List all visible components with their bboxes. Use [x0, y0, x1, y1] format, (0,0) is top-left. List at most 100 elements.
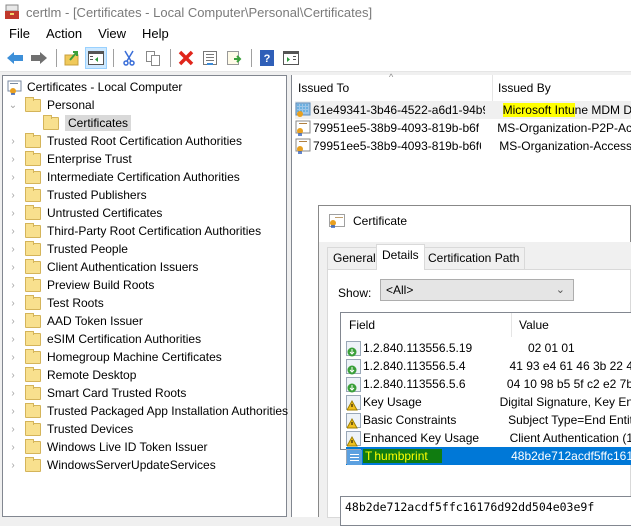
tab-general[interactable]: General — [327, 247, 382, 269]
tree-item-personal-certificates[interactable]: Certificates — [43, 114, 132, 132]
export-list-button[interactable] — [223, 47, 245, 69]
field-name: Key Usage — [363, 395, 422, 409]
tab-certification-path[interactable]: Certification Path — [422, 247, 526, 269]
column-header-field[interactable]: Field — [341, 313, 511, 337]
menu-file[interactable]: File — [0, 24, 38, 44]
column-label: Issued To — [298, 81, 350, 95]
tree-item[interactable]: › Untrusted Certificates — [7, 204, 162, 222]
field-row[interactable]: 1.2.840.113556.5.6 04 10 98 b5 5f c2 e2 7… — [346, 375, 631, 393]
certificate-row[interactable]: 79951ee5-38b9-4093-819b-b6f6... MS-Organi… — [295, 119, 631, 137]
chevron-down-icon[interactable]: ⌄ — [7, 100, 19, 111]
tree-item[interactable]: › Intermediate Certification Authorities — [7, 168, 240, 186]
tree-item[interactable]: › Test Roots — [7, 294, 104, 312]
folder-icon — [25, 240, 41, 256]
chevron-right-icon[interactable]: › — [7, 190, 19, 201]
tree-item[interactable]: › Third-Party Root Certification Authorit… — [7, 222, 261, 240]
tree-item[interactable]: › Smart Card Trusted Roots — [7, 384, 186, 402]
help-button[interactable]: ? — [256, 47, 278, 69]
fields-list[interactable]: Field Value 1.2.840.113556.5.19 02 01 01 1… — [340, 312, 631, 465]
chevron-down-icon: ⌄ — [555, 284, 565, 296]
chevron-right-icon[interactable]: › — [7, 298, 19, 309]
field-name: Thumbprint — [363, 449, 511, 463]
tree-item[interactable]: › Client Authentication Issuers — [7, 258, 198, 276]
up-one-level-button[interactable] — [61, 47, 83, 69]
folder-icon — [25, 150, 41, 166]
tree-item[interactable]: › Windows Live ID Token Issuer — [7, 438, 208, 456]
tab-details[interactable]: Details — [376, 244, 425, 270]
show-hide-console-tree-button[interactable] — [85, 46, 107, 69]
chevron-right-icon[interactable]: › — [7, 226, 19, 237]
chevron-right-icon[interactable]: › — [7, 388, 19, 399]
chevron-right-icon[interactable]: › — [7, 262, 19, 273]
certificates-snapin-icon — [7, 80, 22, 95]
chevron-right-icon[interactable]: › — [7, 442, 19, 453]
tree-label: Trusted Root Certification Authorities — [47, 134, 242, 148]
show-action-pane-icon — [283, 50, 299, 65]
tree-item[interactable]: › Remote Desktop — [7, 366, 136, 384]
issued-to-cell: 79951ee5-38b9-4093-819b-b6f6... — [313, 139, 482, 153]
cut-icon — [123, 50, 135, 66]
field-row[interactable]: Basic Constraints Subject Type=End Entit — [346, 411, 631, 429]
tree-item[interactable]: › Trusted Devices — [7, 420, 133, 438]
tree-root-certificates-local-computer[interactable]: Certificates - Local Computer — [7, 78, 182, 96]
help-icon: ? — [260, 49, 274, 66]
certificate-row[interactable]: 79951ee5-38b9-4093-819b-b6f6... MS-Organi… — [295, 137, 631, 155]
chevron-right-icon[interactable]: › — [7, 316, 19, 327]
chevron-right-icon[interactable]: › — [7, 136, 19, 147]
certificate-row[interactable]: 61e49341-3b46-4522-a6d1-94b9... Microsoft… — [295, 101, 631, 119]
tree-label: Enterprise Trust — [47, 152, 132, 166]
chevron-right-icon[interactable]: › — [7, 280, 19, 291]
chevron-right-icon[interactable]: › — [7, 424, 19, 435]
issued-to-cell: 79951ee5-38b9-4093-819b-b6f6... — [313, 121, 480, 135]
chevron-right-icon[interactable]: › — [7, 208, 19, 219]
field-row[interactable]: 1.2.840.113556.5.4 41 93 e4 61 46 3b 22 4 — [346, 357, 631, 375]
show-action-pane-button[interactable] — [280, 47, 302, 69]
tree-item[interactable]: › WindowsServerUpdateServices — [7, 456, 216, 474]
show-dropdown[interactable]: <All> ⌄ — [380, 279, 574, 301]
console-tree[interactable]: Certificates - Local Computer ⌄ Personal… — [2, 75, 288, 517]
field-row[interactable]: Enhanced Key Usage Client Authentication … — [346, 429, 631, 447]
chevron-right-icon[interactable]: › — [7, 154, 19, 165]
chevron-right-icon[interactable]: › — [7, 334, 19, 345]
copy-button[interactable] — [142, 47, 164, 69]
field-row[interactable]: Thumbprint 48b2de712acdf5ffc161 — [346, 447, 631, 465]
field-value-textbox[interactable]: 48b2de712acdf5ffc16176d92dd504e03e9f — [340, 496, 631, 526]
chevron-right-icon[interactable]: › — [7, 460, 19, 471]
field-value: 04 10 98 b5 5f c2 e2 7b — [506, 377, 631, 391]
chevron-right-icon[interactable]: › — [7, 244, 19, 255]
delete-button[interactable] — [175, 47, 197, 69]
tree-item[interactable]: › Trusted Publishers — [7, 186, 147, 204]
tree-item[interactable]: › AAD Token Issuer — [7, 312, 143, 330]
window-title: certlm - [Certificates - Local Computer\… — [26, 4, 373, 20]
field-row[interactable]: Key Usage Digital Signature, Key En — [346, 393, 631, 411]
tab-label: General — [333, 251, 376, 265]
sort-ascending-icon: ^ — [389, 72, 394, 82]
column-header-value[interactable]: Value — [511, 313, 631, 337]
chevron-right-icon[interactable]: › — [7, 370, 19, 381]
field-row[interactable]: 1.2.840.113556.5.19 02 01 01 — [346, 339, 631, 357]
folder-icon — [25, 132, 41, 148]
properties-icon — [203, 50, 217, 65]
tree-item[interactable]: › Trusted Root Certification Authorities — [7, 132, 242, 150]
issued-by-text: MS-Organization-P2P-Ac — [497, 121, 631, 135]
chevron-right-icon[interactable]: › — [7, 172, 19, 183]
back-button[interactable] — [4, 47, 26, 69]
tree-item[interactable]: › Enterprise Trust — [7, 150, 132, 168]
menu-view[interactable]: View — [90, 24, 134, 44]
issued-by-cell: MS-Organization-P2P-Ac — [479, 121, 631, 135]
column-header-issued-by[interactable]: Issued By — [492, 75, 631, 101]
forward-button[interactable] — [28, 47, 50, 69]
tree-item[interactable]: › Trusted People — [7, 240, 128, 258]
tree-item[interactable]: › Preview Build Roots — [7, 276, 154, 294]
tree-item[interactable]: › eSIM Certification Authorities — [7, 330, 201, 348]
tree-item[interactable]: › Homegroup Machine Certificates — [7, 348, 222, 366]
menu-help[interactable]: Help — [134, 24, 177, 44]
tree-item-personal[interactable]: ⌄ Personal — [7, 96, 94, 114]
chevron-right-icon[interactable]: › — [7, 406, 19, 417]
properties-button[interactable] — [199, 47, 221, 69]
tree-item[interactable]: › Trusted Packaged App Installation Autho… — [7, 402, 288, 420]
cut-button[interactable] — [118, 47, 140, 69]
chevron-right-icon[interactable]: › — [7, 352, 19, 363]
folder-icon — [25, 96, 41, 112]
menu-action[interactable]: Action — [38, 24, 90, 44]
